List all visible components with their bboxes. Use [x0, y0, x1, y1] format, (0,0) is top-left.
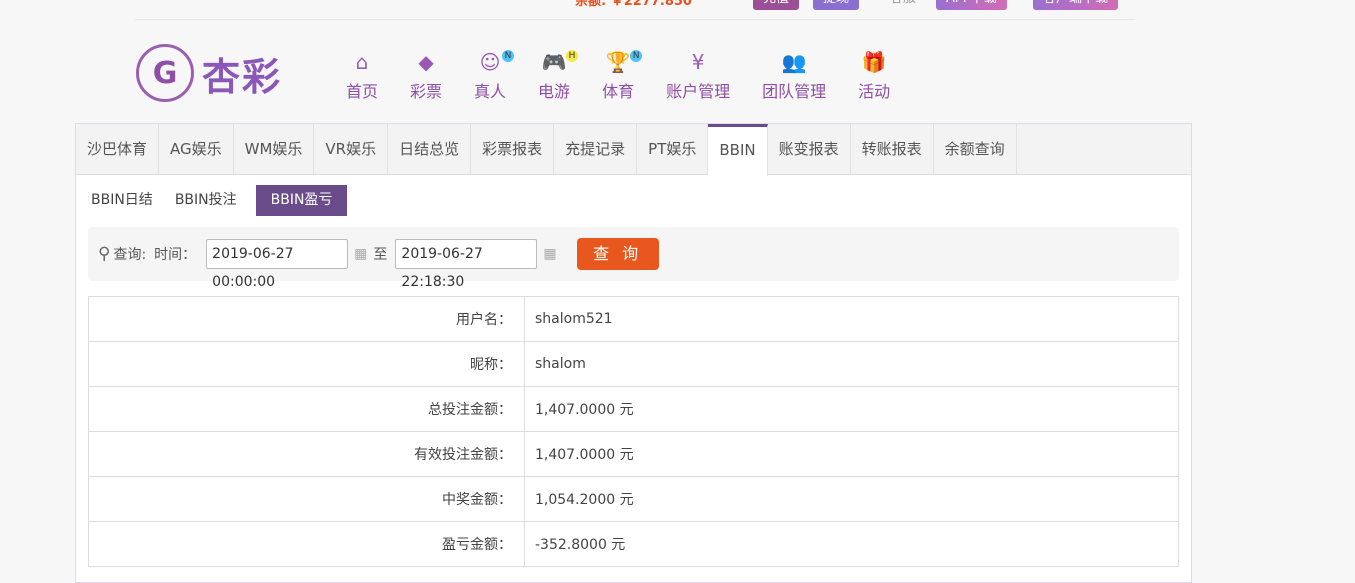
- end-time-input[interactable]: 2019-06-27 22:18:30: [395, 239, 538, 290]
- nav-label: 电游: [538, 82, 571, 101]
- home-icon: ⌂: [355, 50, 369, 74]
- nav-label: 账户管理: [666, 82, 731, 101]
- subtab-bbin-profit[interactable]: BBIN盈亏: [255, 185, 348, 216]
- to-label: 至: [373, 247, 388, 263]
- report-tabs: 沙巴体育 AG娱乐 WM娱乐 VR娱乐 日结总览 彩票报表 充提记录 PT娱乐 …: [76, 124, 1191, 176]
- table-row: 用户名： shalom521: [88, 296, 1179, 342]
- tab-vr[interactable]: VR娱乐: [314, 124, 389, 174]
- nav-label: 首页: [346, 82, 379, 101]
- recharge-button[interactable]: 充值: [753, 0, 800, 10]
- row-label: 有效投注金额：: [88, 431, 525, 477]
- client-download-button[interactable]: 客户端下载: [1033, 0, 1119, 10]
- query-button[interactable]: 查 询: [576, 238, 659, 270]
- main-nav: ⌂ 首页 ◆ 彩票 ☺ N 真人 🎮 H 电游 🏆 N 体育 ¥ 账户管理 👥 团队管理 🎁 活动: [330, 50, 906, 102]
- nav-label: 活动: [858, 82, 891, 101]
- row-label: 中奖金额：: [88, 476, 525, 522]
- tab-wm[interactable]: WM娱乐: [234, 124, 315, 174]
- query-label: 查询:: [113, 247, 147, 263]
- row-label: 总投注金额：: [88, 386, 525, 432]
- nav-egames[interactable]: 🎮 H 电游: [522, 50, 586, 102]
- row-value: 1,407.0000 元: [524, 386, 1179, 432]
- profit-table: 用户名： shalom521 昵称： shalom 总投注金额： 1,407.0000…: [88, 296, 1179, 567]
- nav-label: 彩票: [410, 82, 443, 101]
- nav-label: 团队管理: [762, 82, 827, 101]
- table-row: 中奖金额： 1,054.2000 元: [88, 476, 1179, 522]
- table-row: 盈亏金额： -352.8000 元: [88, 521, 1179, 567]
- row-value: -352.8000 元: [524, 521, 1179, 567]
- nav-live[interactable]: ☺ N 真人: [458, 50, 522, 102]
- table-row: 昵称： shalom: [88, 341, 1179, 387]
- calendar-icon[interactable]: ▦: [543, 246, 556, 262]
- yen-coin-icon: ¥: [691, 50, 705, 74]
- nav-sports[interactable]: 🏆 N 体育: [586, 50, 650, 102]
- start-time-input[interactable]: 2019-06-27 00:00:00: [206, 239, 349, 290]
- row-value: 1,054.2000 元: [524, 476, 1179, 522]
- tab-deposit-withdraw[interactable]: 充提记录: [554, 124, 638, 174]
- nav-team[interactable]: 👥 团队管理: [746, 50, 842, 102]
- table-row: 总投注金额： 1,407.0000 元: [88, 386, 1179, 432]
- tab-saba[interactable]: 沙巴体育: [76, 124, 160, 174]
- gift-icon: 🎁: [861, 50, 887, 74]
- new-badge: N: [502, 50, 515, 62]
- row-label: 昵称：: [88, 341, 525, 387]
- app-download-button[interactable]: APP下载: [936, 0, 1007, 10]
- nav-label: 真人: [474, 82, 507, 101]
- subtab-bbin-daily[interactable]: BBIN日结: [88, 185, 168, 216]
- row-value: 1,407.0000 元: [524, 431, 1179, 477]
- service-link[interactable]: 客服: [880, 0, 926, 10]
- time-label: 时间：: [154, 247, 197, 263]
- ticket-icon: ◆: [418, 50, 434, 74]
- balance: 余额: ￥2277.850: [575, 0, 692, 9]
- query-bar: ⚲ 查询: 时间： 2019-06-27 00:00:00 ▦ 至 2019-0…: [88, 227, 1179, 290]
- subtab-bbin-bets[interactable]: BBIN投注: [172, 185, 252, 216]
- nav-promotions[interactable]: 🎁 活动: [842, 50, 906, 102]
- table-row: 有效投注金额： 1,407.0000 元: [88, 431, 1179, 477]
- new-badge: N: [630, 50, 643, 62]
- nav-account[interactable]: ¥ 账户管理: [650, 50, 746, 102]
- team-icon: 👥: [781, 50, 807, 74]
- logo-text: 杏彩: [202, 54, 283, 99]
- tab-bbin[interactable]: BBIN: [708, 124, 768, 176]
- nav-home[interactable]: ⌂ 首页: [330, 50, 394, 102]
- tab-transfer-report[interactable]: 转账报表: [851, 124, 934, 174]
- withdraw-button[interactable]: 提现: [813, 0, 860, 10]
- row-value: shalom521: [524, 296, 1179, 342]
- tab-balance-query[interactable]: 余额查询: [934, 124, 1017, 174]
- nav-label: 体育: [602, 82, 635, 101]
- row-label: 盈亏金额：: [88, 521, 525, 567]
- tab-daily-overview[interactable]: 日结总览: [388, 124, 472, 174]
- top-bar: 余额: ￥2277.850 充值 提现 客服 APP下载 客户端下载: [135, 0, 1135, 20]
- report-panel: 沙巴体育 AG娱乐 WM娱乐 VR娱乐 日结总览 彩票报表 充提记录 PT娱乐 …: [75, 123, 1192, 583]
- search-icon: ⚲: [98, 244, 111, 264]
- sub-tabs: BBIN日结 BBIN投注 BBIN盈亏: [88, 185, 1191, 216]
- tab-account-changes[interactable]: 账变报表: [768, 124, 851, 174]
- tab-lottery-report[interactable]: 彩票报表: [471, 124, 555, 174]
- row-label: 用户名：: [88, 296, 525, 342]
- logo[interactable]: G 杏彩: [136, 44, 282, 102]
- tab-pt[interactable]: PT娱乐: [637, 124, 709, 174]
- row-value: shalom: [524, 341, 1179, 387]
- calendar-icon[interactable]: ▦: [354, 246, 367, 262]
- tab-ag[interactable]: AG娱乐: [159, 124, 234, 174]
- nav-lottery[interactable]: ◆ 彩票: [394, 50, 458, 102]
- logo-mark: G: [136, 44, 194, 102]
- hot-badge: H: [566, 50, 579, 62]
